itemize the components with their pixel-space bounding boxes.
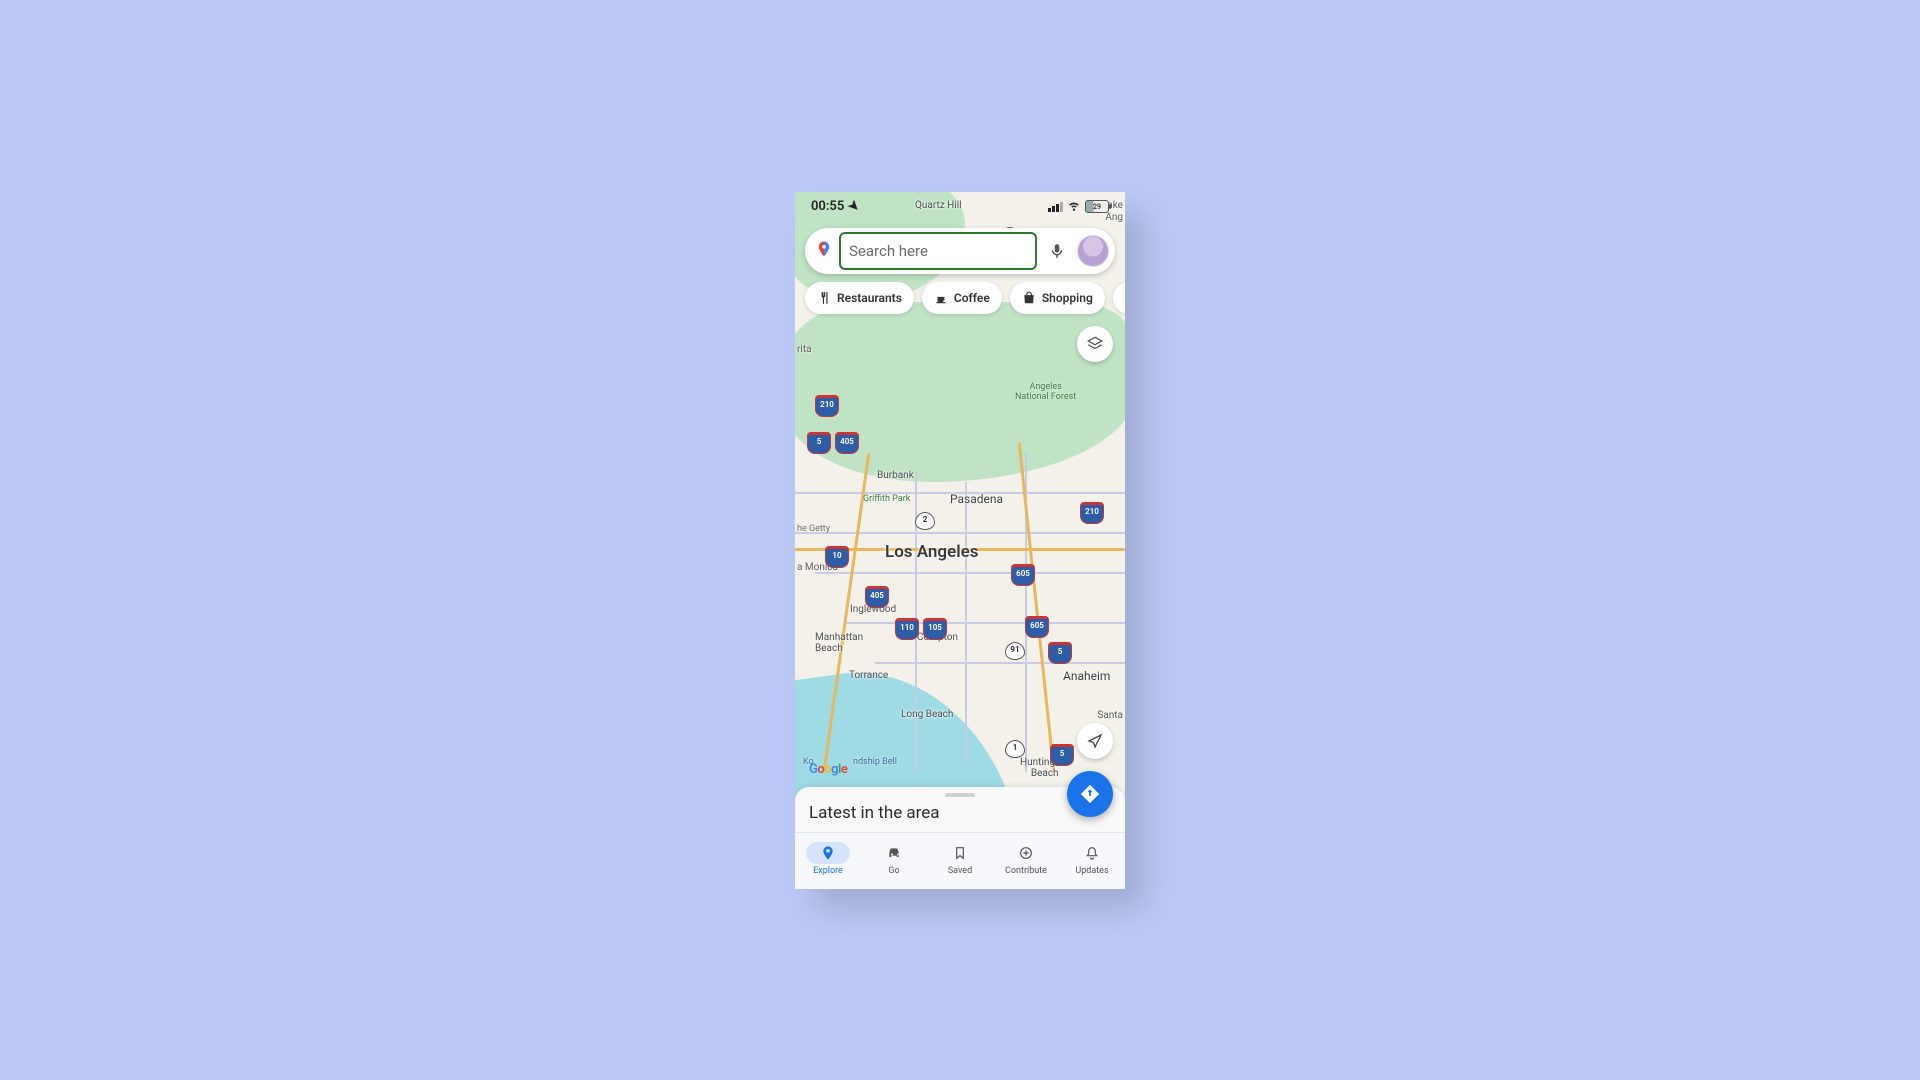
map-shield-interstate: 210	[815, 395, 839, 417]
map-shield-interstate: 210	[1080, 502, 1104, 524]
plus-circle-icon	[1004, 842, 1048, 864]
search-placeholder: Search here	[849, 242, 928, 260]
nav-explore[interactable]: Explore	[798, 842, 858, 876]
shopping-bag-icon	[1022, 291, 1036, 305]
map-shield-interstate: 105	[923, 618, 947, 640]
google-logo: Google	[809, 762, 847, 777]
nav-label: Explore	[813, 866, 843, 876]
car-icon	[872, 842, 916, 864]
wifi-icon	[1067, 198, 1081, 216]
chip-restaurants[interactable]: Restaurants	[805, 282, 914, 314]
bell-icon	[1070, 842, 1114, 864]
map-label-city: Manhattan Beach	[815, 632, 863, 654]
my-location-button[interactable]	[1077, 723, 1113, 759]
map-label-poi: Angeles National Forest	[1015, 382, 1076, 402]
battery-icon: 29	[1085, 200, 1109, 213]
map-road	[875, 662, 1125, 664]
map-road	[795, 532, 1125, 534]
google-maps-pin-icon	[815, 240, 833, 262]
nav-label: Contribute	[1005, 866, 1047, 876]
map-layers-button[interactable]	[1077, 326, 1113, 362]
map-label-poi: Griffith Park	[863, 494, 910, 504]
map-label-city: Pasadena	[950, 492, 1003, 506]
map-shield-state: 2	[915, 512, 935, 530]
map-shield-state: 91	[1005, 642, 1025, 660]
phone-frame: Los Angeles Pasadena Burbank Griffith Pa…	[795, 192, 1125, 889]
map-shield-interstate: 405	[835, 432, 859, 454]
nav-contribute[interactable]: Contribute	[996, 842, 1056, 876]
map-shield-interstate: 405	[865, 586, 889, 608]
stage: Los Angeles Pasadena Burbank Griffith Pa…	[0, 0, 1920, 1080]
map-label-city: Los Angeles	[885, 542, 979, 562]
cellular-signal-icon	[1048, 202, 1063, 212]
status-bar: 00:55 ➤ 29	[795, 192, 1125, 222]
nav-go[interactable]: Go	[864, 842, 924, 876]
map-label-city: Long Beach	[901, 709, 953, 720]
map-shield-interstate: 10	[825, 546, 849, 568]
chip-label: Restaurants	[837, 291, 902, 305]
nav-saved[interactable]: Saved	[930, 842, 990, 876]
map-shield-interstate: 5	[807, 432, 831, 454]
directions-icon	[1079, 783, 1101, 805]
search-input[interactable]: Search here	[839, 232, 1037, 270]
map-shield-state: 1	[1005, 740, 1025, 758]
category-chip-row[interactable]: Restaurants Coffee Shopping Bea	[795, 282, 1125, 318]
sheet-title: Latest in the area	[809, 803, 1111, 823]
search-bar[interactable]: Search here	[805, 228, 1115, 274]
chip-shopping[interactable]: Shopping	[1010, 282, 1105, 314]
nav-label: Saved	[948, 866, 972, 876]
bookmark-icon	[938, 842, 982, 864]
voice-search-button[interactable]	[1043, 237, 1071, 265]
explore-icon	[806, 842, 850, 864]
nav-label: Go	[888, 866, 899, 876]
map-label-poi: he Getty	[797, 524, 830, 534]
status-time: 00:55	[811, 199, 844, 214]
map-shield-interstate: 5	[1048, 642, 1072, 664]
map-label-city: Torrance	[849, 670, 888, 681]
map-label-poi: ndship Bell	[853, 757, 897, 767]
chip-beauty[interactable]: Bea	[1113, 282, 1125, 314]
map-label-city: Anaheim	[1063, 669, 1110, 683]
map-label-city: rita	[797, 344, 812, 355]
sheet-drag-handle[interactable]	[945, 793, 975, 797]
map-label-city: Santa	[1097, 710, 1123, 721]
status-left: 00:55 ➤	[811, 199, 859, 214]
directions-button[interactable]	[1067, 771, 1113, 817]
map-road	[815, 572, 1125, 574]
map-shield-interstate: 605	[1025, 616, 1049, 638]
account-avatar[interactable]	[1077, 235, 1109, 267]
bottom-nav: Explore Go Saved Contribute	[795, 832, 1125, 889]
location-arrow-icon	[1086, 732, 1104, 750]
map-label-city: Burbank	[877, 470, 914, 481]
status-right: 29	[1048, 198, 1109, 216]
map-shield-interstate: 5	[1050, 744, 1074, 766]
chip-label: Shopping	[1042, 291, 1093, 305]
restaurant-icon	[817, 291, 831, 305]
map-road	[965, 482, 967, 762]
map-shield-interstate: 605	[1011, 564, 1035, 586]
nav-label: Updates	[1075, 866, 1108, 876]
map-shield-interstate: 110	[895, 618, 919, 640]
nav-updates[interactable]: Updates	[1062, 842, 1122, 876]
chip-coffee[interactable]: Coffee	[922, 282, 1002, 314]
map-road	[845, 622, 1125, 624]
coffee-icon	[934, 291, 948, 305]
chip-label: Coffee	[954, 291, 990, 305]
location-services-icon: ➤	[845, 197, 863, 215]
layers-icon	[1086, 335, 1104, 353]
